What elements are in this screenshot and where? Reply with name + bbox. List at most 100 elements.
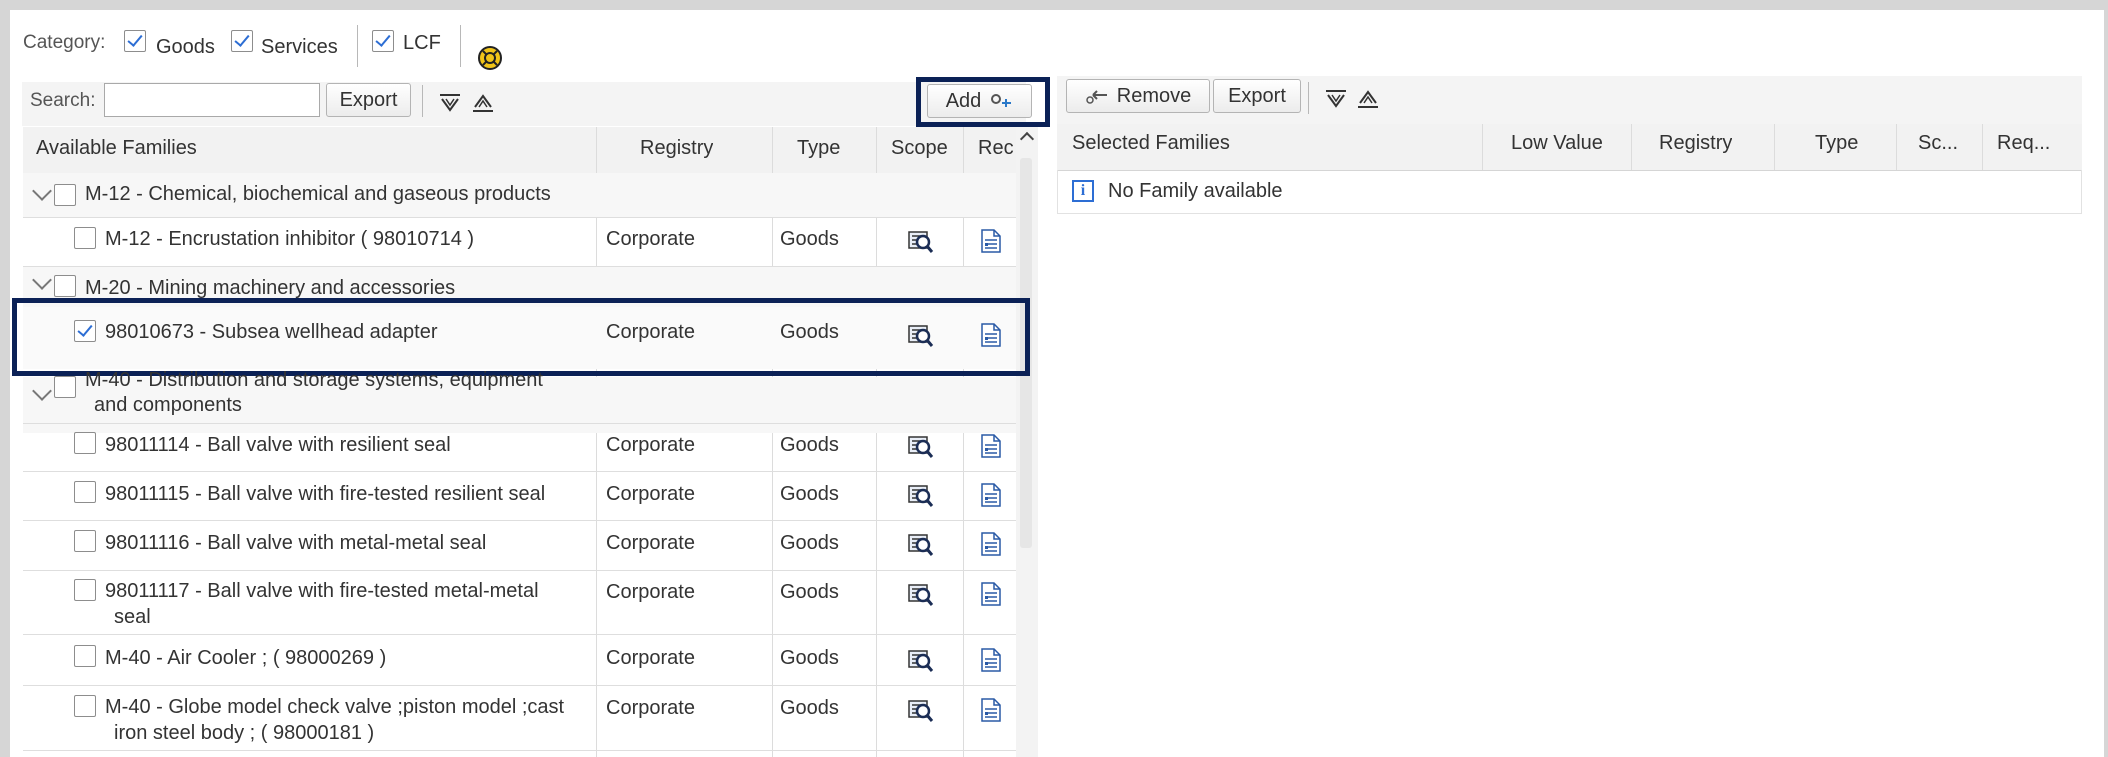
group-checkbox[interactable] — [54, 376, 76, 398]
search-input[interactable] — [104, 83, 320, 117]
registry-value: Corporate — [606, 532, 695, 554]
empty-message: No Family available — [1108, 180, 1283, 202]
type-value: Goods — [780, 697, 839, 719]
column-registry[interactable]: Registry — [640, 137, 713, 160]
column-divider — [772, 127, 773, 757]
requirements-document-icon[interactable] — [977, 530, 1005, 558]
info-icon: i — [1072, 180, 1094, 202]
type-value: Goods — [780, 228, 839, 250]
toolbar-separator — [422, 85, 423, 117]
row-divider — [23, 217, 1016, 218]
lcf-checkbox[interactable] — [372, 30, 394, 52]
column-divider — [1631, 124, 1632, 170]
requirements-document-icon[interactable] — [977, 481, 1005, 509]
family-name: M-12 - Encrustation inhibitor ( 98010714… — [105, 228, 475, 250]
row-checkbox[interactable] — [74, 227, 96, 249]
column-selected-families[interactable]: Selected Families — [1072, 132, 1230, 155]
family-name-continued: iron steel body ; ( 98000181 ) — [114, 722, 375, 744]
remove-button[interactable]: Remove — [1066, 79, 1210, 113]
family-name: 98011117 - Ball valve with fire-tested m… — [105, 580, 539, 602]
scope-magnifier-icon[interactable] — [906, 432, 934, 460]
category-label: Category: — [23, 32, 106, 53]
row-checkbox[interactable] — [74, 579, 96, 601]
help-circle-icon[interactable] — [477, 45, 503, 71]
scope-magnifier-icon[interactable] — [906, 646, 934, 674]
add-button-highlight — [916, 77, 1050, 127]
type-value: Goods — [780, 581, 839, 603]
row-divider — [23, 634, 1016, 635]
type-value: Goods — [780, 647, 839, 669]
scope-magnifier-icon[interactable] — [906, 481, 934, 509]
row-divider — [23, 750, 1016, 751]
requirements-document-icon[interactable] — [977, 580, 1005, 608]
registry-value: Corporate — [606, 434, 695, 456]
right-export-label: Export — [1228, 84, 1286, 107]
expand-all-icon[interactable] — [438, 92, 462, 114]
scope-magnifier-icon[interactable] — [906, 530, 934, 558]
group-label: M-20 - Mining machinery and accessories — [85, 277, 456, 299]
category-separator — [460, 25, 461, 67]
column-type[interactable]: Type — [1815, 132, 1858, 155]
column-divider — [1982, 124, 1983, 170]
group-checkbox[interactable] — [54, 184, 76, 206]
group-label: M-40 - Distribution and storage systems,… — [85, 369, 543, 391]
scope-magnifier-icon[interactable] — [906, 696, 934, 724]
column-divider — [596, 127, 597, 757]
requirements-document-icon[interactable] — [977, 432, 1005, 460]
toolbar-separator — [1308, 82, 1309, 114]
column-registry[interactable]: Registry — [1659, 132, 1732, 155]
row-divider — [23, 471, 1016, 472]
column-divider — [1482, 124, 1483, 170]
family-name: 98011114 - Ball valve with resilient sea… — [105, 434, 451, 456]
requirements-document-icon[interactable] — [977, 227, 1005, 255]
right-toolbar — [1057, 76, 2082, 124]
right-export-button[interactable]: Export — [1213, 79, 1301, 113]
row-checkbox[interactable] — [74, 530, 96, 552]
category-separator — [357, 25, 358, 67]
column-available-families[interactable]: Available Families — [36, 137, 197, 160]
selected-row-highlight — [12, 298, 1030, 376]
left-export-label: Export — [339, 88, 398, 111]
registry-value: Corporate — [606, 483, 695, 505]
lcf-label: LCF — [403, 32, 441, 54]
services-checkbox[interactable] — [231, 30, 253, 52]
row-checkbox[interactable] — [74, 432, 96, 454]
scope-magnifier-icon[interactable] — [906, 580, 934, 608]
goods-label: Goods — [156, 36, 215, 58]
column-rec[interactable]: Rec — [978, 137, 1020, 160]
row-divider — [23, 685, 1016, 686]
row-checkbox[interactable] — [74, 481, 96, 503]
registry-value: Corporate — [606, 647, 695, 669]
row-divider — [23, 423, 1016, 424]
collapse-all-icon[interactable] — [471, 92, 495, 114]
column-requirements[interactable]: Req... — [1997, 132, 2050, 155]
family-name: 98011116 - Ball valve with metal-metal s… — [105, 532, 487, 554]
family-name: M-40 - Globe model check valve ;piston m… — [105, 696, 565, 718]
column-scope[interactable]: Scope — [891, 137, 948, 160]
column-low-value[interactable]: Low Value — [1511, 132, 1603, 155]
type-value: Goods — [780, 434, 839, 456]
column-scope[interactable]: Sc... — [1918, 132, 1958, 155]
scope-magnifier-icon[interactable] — [906, 227, 934, 255]
requirements-document-icon[interactable] — [977, 696, 1005, 724]
registry-value: Corporate — [606, 581, 695, 603]
row-checkbox[interactable] — [74, 695, 96, 717]
expand-all-icon[interactable] — [1324, 88, 1348, 110]
column-type[interactable]: Type — [797, 137, 840, 160]
family-name: 98011115 - Ball valve with fire-tested r… — [105, 483, 546, 505]
registry-value: Corporate — [606, 697, 695, 719]
type-value: Goods — [780, 532, 839, 554]
left-export-button[interactable]: Export — [326, 83, 411, 117]
group-checkbox[interactable] — [54, 275, 76, 297]
goods-checkbox[interactable] — [124, 30, 146, 52]
requirements-document-icon[interactable] — [977, 646, 1005, 674]
application-frame: Category: Goods Services LCF Search: Exp… — [10, 10, 2104, 757]
column-divider — [963, 127, 964, 757]
type-value: Goods — [780, 483, 839, 505]
column-divider — [1896, 124, 1897, 170]
column-divider — [1774, 124, 1775, 170]
remove-button-label: Remove — [1116, 84, 1192, 107]
row-checkbox[interactable] — [74, 645, 96, 667]
family-name: M-40 - Air Cooler ; ( 98000269 ) — [105, 647, 387, 669]
collapse-all-icon[interactable] — [1356, 88, 1380, 110]
